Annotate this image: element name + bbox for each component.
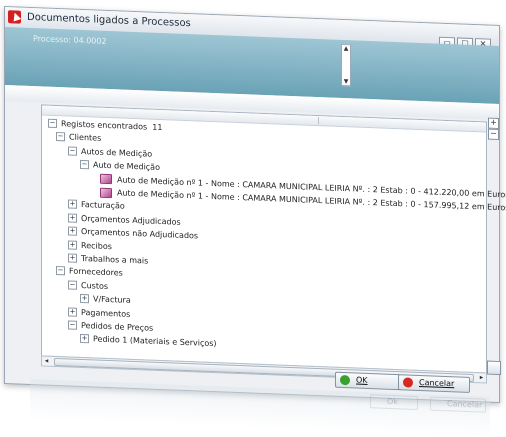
ok-button[interactable]: OK	[335, 371, 401, 391]
tree-row[interactable]: − Auto de Medição	[80, 158, 160, 174]
tree-row-label: V/Factura	[93, 294, 131, 306]
collapse-icon[interactable]: −	[80, 160, 89, 170]
cancel-button[interactable]: Cancelar	[398, 374, 470, 393]
tree-row[interactable]: − Custos	[68, 278, 108, 293]
header-scrollbar[interactable]: ▲ ▼	[341, 43, 351, 87]
collapse-icon[interactable]: −	[68, 280, 77, 290]
app-logo-icon	[8, 10, 21, 24]
scroll-down-icon[interactable]: ▼	[343, 78, 349, 85]
expand-icon[interactable]: +	[68, 226, 77, 236]
expand-icon[interactable]: +	[80, 334, 89, 344]
document-icon	[100, 187, 112, 198]
check-icon	[340, 374, 350, 386]
reflection-ok: Ok	[370, 394, 418, 411]
tree-row-label: Pedidos de Preços	[81, 320, 154, 333]
results-tree-panel[interactable]: − Registos encontrados 11 − Clientes − Autos…	[41, 104, 506, 374]
tree-root-label: Registos encontrados	[61, 119, 148, 132]
reflection-cancel: Cancelar	[430, 396, 486, 413]
tree-row-label: Auto de Medição	[93, 160, 160, 173]
tree-row-label: Pedido 1 (Materiais e Serviços)	[93, 334, 217, 349]
tree-root-count: 11	[152, 122, 163, 133]
expand-icon[interactable]: +	[68, 199, 77, 210]
cancel-icon	[403, 377, 413, 388]
column-separator[interactable]	[318, 117, 319, 125]
expand-icon[interactable]: +	[80, 294, 89, 304]
scroll-right-icon[interactable]: ▸	[477, 373, 486, 381]
ok-button-label: OK	[356, 375, 368, 385]
tree-row[interactable]: + Recibos	[68, 238, 112, 253]
expand-all-button[interactable]: +	[488, 117, 499, 130]
dialog-window: Documentos ligados a Processos ▭ □ ✕ Pro…	[4, 6, 506, 404]
window-title: Documentos ligados a Processos	[27, 11, 191, 30]
collapse-icon[interactable]: −	[56, 266, 65, 276]
process-label: Processo: 04.0002	[33, 34, 107, 46]
tree-row[interactable]: − Clientes	[56, 130, 101, 145]
export-icon[interactable]	[487, 360, 501, 376]
tree-row-label: Trabalhos a mais	[81, 253, 149, 266]
expand-icon[interactable]: +	[68, 253, 77, 263]
tree-row[interactable]: + Pedido 1 (Materiais e Serviços)	[80, 332, 217, 350]
collapse-icon[interactable]: −	[68, 146, 77, 156]
cancel-button-label: Cancelar	[419, 377, 455, 389]
scroll-up-icon[interactable]: ▲	[343, 45, 349, 52]
tree-row-label: Fornecedores	[69, 266, 123, 278]
expand-icon[interactable]: +	[68, 307, 77, 317]
tree-row-label: Clientes	[69, 132, 102, 144]
tree-row-label: Facturação	[81, 200, 125, 212]
document-icon	[100, 173, 112, 185]
collapse-all-button[interactable]: −	[488, 128, 499, 141]
collapse-icon[interactable]: −	[56, 132, 65, 142]
tree-row-label: Pagamentos	[81, 307, 131, 319]
dialog-scene: Documentos ligados a Processos ▭ □ ✕ Pro…	[0, 0, 506, 437]
expand-icon[interactable]: +	[68, 240, 77, 250]
scroll-left-icon[interactable]: ◂	[42, 356, 51, 365]
tree-row-label: Custos	[81, 280, 109, 291]
tree-row[interactable]: − Fornecedores	[56, 264, 123, 280]
collapse-icon[interactable]: −	[68, 320, 77, 330]
expand-icon[interactable]: +	[68, 213, 77, 223]
tree-row-label: Autos de Medição	[81, 146, 153, 159]
collapse-icon[interactable]: −	[48, 118, 57, 129]
tree-row-label: Orçamentos Adjudicados	[81, 213, 181, 227]
tree-row-label: Recibos	[81, 240, 112, 251]
